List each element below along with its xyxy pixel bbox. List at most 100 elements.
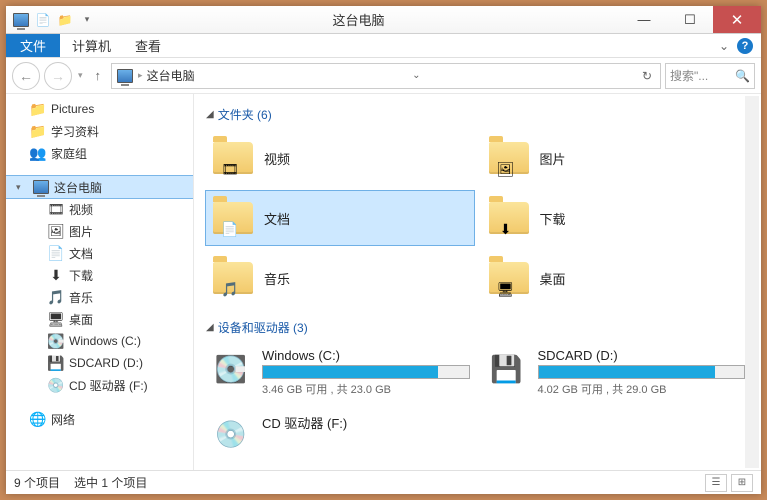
status-bar: 9 个项目 选中 1 个项目 ☰ ⊞ bbox=[6, 470, 761, 494]
address-dropdown-icon[interactable]: ⌄ bbox=[408, 70, 424, 81]
tree-item-pictures2[interactable]: 🖼图片 bbox=[6, 220, 193, 242]
address-icon bbox=[116, 67, 134, 85]
chevron-right-icon[interactable]: ▸ bbox=[138, 70, 143, 81]
window-title: 这台电脑 bbox=[96, 10, 621, 29]
drive-tile[interactable]: 💽 Windows (C:) 3.46 GB 可用 , 共 23.0 GB bbox=[206, 344, 474, 401]
drive-icon: 💾 bbox=[486, 348, 528, 390]
folder-tile[interactable]: 🎵 音乐 bbox=[206, 251, 474, 305]
vertical-scrollbar[interactable] bbox=[745, 96, 759, 468]
history-dropdown-icon[interactable]: ▾ bbox=[76, 70, 85, 81]
ribbon-expand-icon[interactable]: ⌄ bbox=[719, 39, 729, 53]
folder-icon: 📄 bbox=[212, 197, 254, 239]
group-folders-header[interactable]: ◢ 文件夹 (6) bbox=[206, 106, 749, 123]
network-icon: 🌐 bbox=[30, 411, 46, 427]
collapse-icon[interactable]: ◢ bbox=[206, 322, 214, 333]
back-button[interactable]: ← bbox=[12, 62, 40, 90]
tree-item-homegroup[interactable]: 👥家庭组 bbox=[6, 142, 193, 164]
folder-icon: ⬇ bbox=[488, 197, 530, 239]
drive-icon: 💿 bbox=[210, 413, 252, 455]
drive-tile[interactable]: 💾SDCARD (D:)4.02 GB 可用 , 共 29.0 GB bbox=[482, 344, 750, 401]
picture-icon: 🖼 bbox=[48, 223, 64, 239]
folder-tile[interactable]: 📄 文档 bbox=[206, 191, 474, 245]
address-bar[interactable]: ▸ 这台电脑 ⌄ ↻ bbox=[111, 63, 661, 89]
tree-item-documents[interactable]: 📄文档 bbox=[6, 242, 193, 264]
tile-label: 音乐 bbox=[264, 269, 290, 288]
folder-tile[interactable]: 🎞 视频 bbox=[206, 131, 474, 185]
status-count: 9 个项目 bbox=[14, 474, 60, 491]
tree-item-study[interactable]: 📁学习资料 bbox=[6, 120, 193, 142]
minimize-button[interactable]: — bbox=[621, 6, 667, 33]
help-icon[interactable]: ? bbox=[737, 38, 753, 54]
nav-tree[interactable]: 📁Pictures 📁学习资料 👥家庭组 ▾这台电脑 🎞视频 🖼图片 📄文档 ⬇… bbox=[6, 94, 194, 470]
group-drives-header[interactable]: ◢ 设备和驱动器 (3) bbox=[206, 319, 749, 336]
tile-label: 桌面 bbox=[540, 269, 566, 288]
drive-name: SDCARD (D:) bbox=[538, 348, 746, 363]
folder-icon: 🎵 bbox=[212, 257, 254, 299]
tree-item-thispc[interactable]: ▾这台电脑 bbox=[6, 176, 193, 198]
ribbon-tabs: 文件 计算机 查看 ⌄ ? bbox=[6, 34, 761, 58]
nav-bar: ← → ▾ ↑ ▸ 这台电脑 ⌄ ↻ 搜索"... 🔍 bbox=[6, 58, 761, 94]
desktop-icon: 🖥 bbox=[48, 311, 64, 327]
tree-item-music[interactable]: 🎵音乐 bbox=[6, 286, 193, 308]
tree-item-drive-c[interactable]: 💽Windows (C:) bbox=[6, 330, 193, 352]
collapse-icon[interactable]: ◢ bbox=[206, 109, 214, 120]
folder-icon: 📁 bbox=[30, 101, 46, 117]
download-icon: ⬇ bbox=[48, 267, 64, 283]
tree-item-network[interactable]: 🌐网络 bbox=[6, 408, 193, 430]
search-input[interactable]: 搜索"... 🔍 bbox=[665, 63, 755, 89]
tree-item-desktop[interactable]: 🖥桌面 bbox=[6, 308, 193, 330]
view-tiles-button[interactable]: ⊞ bbox=[731, 474, 753, 492]
folder-tile[interactable]: ⬇ 下载 bbox=[482, 191, 750, 245]
drive-tile[interactable]: 💿 CD 驱动器 (F:) bbox=[206, 409, 474, 459]
drive-name: CD 驱动器 (F:) bbox=[262, 413, 470, 432]
folder-tile[interactable]: 🖼 图片 bbox=[482, 131, 750, 185]
usage-bar bbox=[538, 365, 746, 379]
close-button[interactable]: ✕ bbox=[713, 6, 761, 33]
video-icon: 🎞 bbox=[48, 201, 64, 217]
sdcard-icon: 💾 bbox=[48, 355, 64, 371]
tab-view[interactable]: 查看 bbox=[123, 34, 173, 57]
tile-label: 图片 bbox=[540, 149, 566, 168]
titlebar[interactable]: 📄 📁 ▾ 这台电脑 — ☐ ✕ bbox=[6, 6, 761, 34]
tree-item-drive-f[interactable]: 💿CD 驱动器 (F:) bbox=[6, 374, 193, 396]
maximize-button[interactable]: ☐ bbox=[667, 6, 713, 33]
tab-file[interactable]: 文件 bbox=[6, 34, 60, 57]
status-selection: 选中 1 个项目 bbox=[74, 474, 147, 491]
tree-item-drive-d[interactable]: 💾SDCARD (D:) bbox=[6, 352, 193, 374]
drive-icon: 💽 bbox=[48, 333, 64, 349]
qat-properties-icon[interactable]: 📄 bbox=[34, 11, 52, 29]
folder-icon: 🎞 bbox=[212, 137, 254, 179]
tile-label: 文档 bbox=[264, 209, 290, 228]
item-view[interactable]: ◢ 文件夹 (6) 🎞 视频 🖼 图片 📄 文档 ⬇ 下载 🎵 音乐 🖥 桌面 ◢ 设备和驱动器 (3… bbox=[194, 94, 761, 470]
tile-label: 视频 bbox=[264, 149, 290, 168]
up-button[interactable]: ↑ bbox=[89, 68, 108, 83]
body: 📁Pictures 📁学习资料 👥家庭组 ▾这台电脑 🎞 视频 🖼 图片 📄 文档 ⬇… bbox=[6, 94, 761, 470]
address-text[interactable]: 这台电脑 bbox=[147, 67, 195, 84]
pc-icon bbox=[33, 179, 49, 195]
folder-icon: 🖼 bbox=[488, 137, 530, 179]
explorer-window: 📄 📁 ▾ 这台电脑 — ☐ ✕ 文件 计算机 查看 ⌄ ? ← → ▾ ↑ ▸… bbox=[6, 6, 761, 494]
drive-stats: 3.46 GB 可用 , 共 23.0 GB bbox=[262, 381, 470, 397]
search-icon: 🔍 bbox=[735, 69, 750, 83]
tile-label: 下载 bbox=[540, 209, 566, 228]
tree-item-pictures[interactable]: 📁Pictures bbox=[6, 98, 193, 120]
search-placeholder: 搜索"... bbox=[670, 67, 708, 84]
tab-computer[interactable]: 计算机 bbox=[60, 34, 123, 57]
folder-icon: 📁 bbox=[30, 123, 46, 139]
collapse-icon[interactable]: ▾ bbox=[16, 182, 28, 193]
document-icon: 📄 bbox=[48, 245, 64, 261]
cd-icon: 💿 bbox=[48, 377, 64, 393]
qat-dropdown-icon[interactable]: ▾ bbox=[78, 11, 96, 29]
view-details-button[interactable]: ☰ bbox=[705, 474, 727, 492]
qat-newfolder-icon[interactable]: 📁 bbox=[56, 11, 74, 29]
tree-item-downloads[interactable]: ⬇下载 bbox=[6, 264, 193, 286]
drive-name: Windows (C:) bbox=[262, 348, 470, 363]
folder-icon: 🖥 bbox=[488, 257, 530, 299]
qat: 📄 📁 ▾ bbox=[6, 11, 96, 29]
refresh-icon[interactable]: ↻ bbox=[638, 69, 656, 83]
tree-item-videos[interactable]: 🎞视频 bbox=[6, 198, 193, 220]
forward-button[interactable]: → bbox=[44, 62, 72, 90]
drive-icon: 💽 bbox=[210, 348, 252, 390]
folder-tile[interactable]: 🖥 桌面 bbox=[482, 251, 750, 305]
usage-bar bbox=[262, 365, 470, 379]
